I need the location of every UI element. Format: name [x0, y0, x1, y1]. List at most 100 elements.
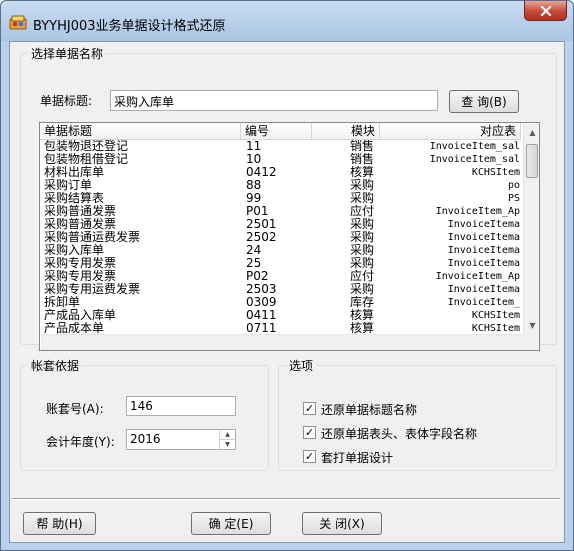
- cell-title: 采购普通运费发票: [44, 231, 141, 244]
- list-rows: 包装物退还登记 11 销售 InvoiceItem_sal 包装物租借登记 10 销售 Inv…: [40, 140, 521, 348]
- overlay-print-checkbox[interactable]: ✓: [303, 450, 316, 463]
- fiscal-year-input[interactable]: 2016 ▲ ▼: [126, 429, 236, 450]
- cell-table: InvoiceItema: [447, 245, 520, 256]
- close-button[interactable]: 关 闭(X): [302, 512, 382, 535]
- dialog-client-area: 选择单据名称 单据标题: 采购入库单 查 询(B) 单据标题 编号 模块 对应表…: [9, 41, 565, 543]
- options-legend: 选项: [289, 359, 314, 373]
- cell-title: 采购专用发票: [44, 257, 117, 270]
- fiscal-year-label: 会计年度(Y):: [46, 435, 115, 449]
- cell-module: 采购: [350, 231, 375, 244]
- restore-fields-label[interactable]: 还原单据表头、表体字段名称: [321, 425, 477, 442]
- cell-module: 采购: [350, 192, 375, 205]
- select-document-legend: 选择单据名称: [31, 47, 104, 61]
- cell-title: 包装物租借登记: [44, 153, 129, 166]
- account-basis-legend: 帐套依据: [31, 359, 80, 373]
- cell-title: 采购结算表: [44, 192, 105, 205]
- title-bar[interactable]: BYYHJ003业务单据设计格式还原: [1, 1, 573, 41]
- cell-module: 核算: [350, 309, 375, 322]
- scrollbar-corner: [523, 334, 539, 350]
- cell-code: 99: [246, 192, 262, 205]
- column-header-table[interactable]: 对应表: [380, 123, 521, 139]
- restore-title-label[interactable]: 还原单据标题名称: [321, 401, 417, 418]
- cell-table: InvoiceItem_Ap: [435, 271, 520, 282]
- cell-table: po: [507, 180, 520, 191]
- list-row[interactable]: 采购专用发票 25 采购 InvoiceItema: [40, 257, 521, 270]
- restore-fields-checkbox[interactable]: ✓: [303, 426, 316, 439]
- cell-code: 11: [246, 140, 262, 153]
- document-list[interactable]: 单据标题 编号 模块 对应表 包装物退还登记 11 销售 InvoiceItem_sa…: [39, 122, 540, 351]
- column-header-title[interactable]: 单据标题: [40, 123, 241, 139]
- ok-button[interactable]: 确 定(E): [191, 512, 271, 535]
- list-row[interactable]: 采购入库单 24 采购 InvoiceItema: [40, 244, 521, 257]
- overlay-print-label[interactable]: 套打单据设计: [321, 449, 393, 466]
- cell-code: 0412: [246, 166, 277, 179]
- list-row[interactable]: 采购普通运费发票 2502 采购 InvoiceItema: [40, 231, 521, 244]
- fiscal-year-value: 2016: [130, 432, 161, 446]
- document-title-label: 单据标题:: [40, 94, 93, 108]
- fiscal-year-spinner[interactable]: ▲ ▼: [219, 430, 235, 449]
- spin-down-icon[interactable]: ▼: [220, 440, 235, 449]
- cell-title: 包装物退还登记: [44, 140, 129, 153]
- account-number-label: 账套号(A):: [46, 402, 104, 416]
- list-row[interactable]: 包装物租借登记 10 销售 InvoiceItem_sal: [40, 153, 521, 166]
- cell-table: InvoiceItema: [447, 219, 520, 230]
- column-header-module[interactable]: 模块: [312, 123, 380, 139]
- window-title: BYYHJ003业务单据设计格式还原: [33, 19, 226, 34]
- cell-code: 0309: [246, 296, 277, 309]
- cell-table: KCHSItem: [471, 167, 520, 178]
- cell-title: 采购订单: [44, 179, 93, 192]
- cell-code: 10: [246, 153, 262, 166]
- list-row[interactable]: 包装物退还登记 11 销售 InvoiceItem_sal: [40, 140, 521, 153]
- app-icon: [9, 14, 27, 30]
- list-row[interactable]: 材料出库单 0412 核算 KCHSItem: [40, 166, 521, 179]
- cell-code: P01: [246, 205, 269, 218]
- document-title-input[interactable]: 采购入库单: [110, 90, 438, 111]
- restore-title-checkbox[interactable]: ✓: [303, 402, 316, 415]
- cell-code: 88: [246, 179, 262, 192]
- cell-module: 采购: [350, 244, 375, 257]
- cell-module: 销售: [350, 140, 375, 153]
- scroll-thumb[interactable]: [526, 144, 538, 178]
- cell-module: 采购: [350, 283, 375, 296]
- column-header-code[interactable]: 编号: [241, 123, 312, 139]
- cell-title: 拆卸单: [44, 296, 81, 309]
- list-row[interactable]: 采购专用发票 P02 应付 InvoiceItem_Ap: [40, 270, 521, 283]
- cell-module: 销售: [350, 153, 375, 166]
- account-basis-group: 帐套依据 账套号(A): 146 会计年度(Y): 2016 ▲ ▼: [20, 357, 269, 471]
- cell-table: InvoiceItema: [447, 258, 520, 269]
- cell-table: InvoiceItem_sal: [429, 141, 520, 152]
- list-row[interactable]: 采购专用运费发票 2503 采购 InvoiceItema: [40, 283, 521, 296]
- cell-title: 采购入库单: [44, 244, 105, 257]
- account-number-input[interactable]: 146: [126, 396, 236, 416]
- cell-code: 2503: [246, 283, 277, 296]
- select-document-group: 选择单据名称 单据标题: 采购入库单 查 询(B) 单据标题 编号 模块 对应表…: [20, 45, 557, 351]
- list-row[interactable]: 拆卸单 0309 库存 InvoiceItem_: [40, 296, 521, 309]
- list-row[interactable]: 产成品入库单 0411 核算 KCHSItem: [40, 309, 521, 322]
- scroll-down-icon[interactable]: ▼: [524, 317, 539, 334]
- cell-module: 应付: [350, 270, 375, 283]
- query-button[interactable]: 查 询(B): [449, 90, 519, 113]
- list-row[interactable]: 采购订单 88 采购 po: [40, 179, 521, 192]
- list-row[interactable]: 采购普通发票 2501 采购 InvoiceItema: [40, 218, 521, 231]
- cell-code: 2502: [246, 231, 277, 244]
- cell-table: InvoiceItema: [447, 284, 520, 295]
- vertical-scrollbar[interactable]: ▲ ▼: [523, 124, 539, 334]
- cell-table: InvoiceItem_sal: [429, 154, 520, 165]
- cell-code: 25: [246, 257, 262, 270]
- cell-table: PS: [507, 193, 520, 204]
- cell-table: InvoiceItem_Ap: [435, 206, 520, 217]
- help-button[interactable]: 帮 助(H): [23, 512, 96, 535]
- horizontal-scrollbar[interactable]: [41, 334, 523, 350]
- list-row[interactable]: 采购结算表 99 采购 PS: [40, 192, 521, 205]
- cell-module: 应付: [350, 205, 375, 218]
- cell-title: 材料出库单: [44, 166, 105, 179]
- button-divider: [12, 498, 560, 500]
- cell-module: 采购: [350, 218, 375, 231]
- cell-module: 核算: [350, 166, 375, 179]
- scroll-up-icon[interactable]: ▲: [524, 124, 539, 141]
- list-row[interactable]: 采购普通发票 P01 应付 InvoiceItem_Ap: [40, 205, 521, 218]
- cell-table: KCHSItem: [471, 310, 520, 321]
- close-icon: [540, 5, 551, 16]
- window-close-button[interactable]: [524, 1, 567, 21]
- spin-up-icon[interactable]: ▲: [220, 430, 235, 440]
